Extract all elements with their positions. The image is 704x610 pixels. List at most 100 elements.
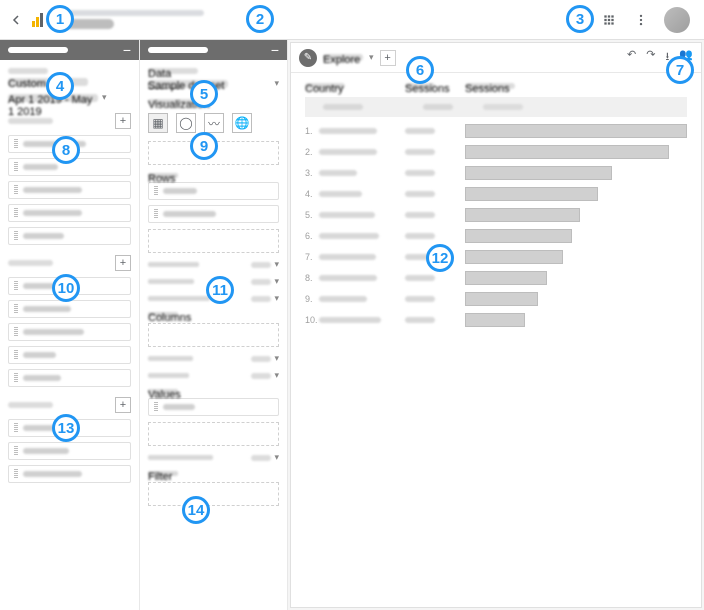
row-metric xyxy=(405,233,435,239)
table-row: 6. xyxy=(305,226,687,246)
columns-dropzone[interactable] xyxy=(148,323,279,347)
row-dimension xyxy=(319,170,357,176)
list-item[interactable] xyxy=(8,300,131,318)
row-metric xyxy=(405,128,435,134)
undo-icon[interactable]: ↶ xyxy=(627,48,636,67)
param-value[interactable]: ▾ xyxy=(251,452,279,463)
table-row: 7. xyxy=(305,247,687,267)
more-vert-icon[interactable] xyxy=(632,11,650,29)
list-item[interactable] xyxy=(148,205,279,223)
section-label xyxy=(8,118,53,124)
bar-fill xyxy=(465,124,687,138)
mode-label: Explore xyxy=(323,54,363,61)
bar-fill xyxy=(465,313,525,327)
table-vis-icon[interactable]: ▦ xyxy=(148,113,168,133)
add-item-button[interactable]: + xyxy=(115,255,131,271)
row-metric xyxy=(405,191,435,197)
param-value[interactable]: ▾ xyxy=(251,276,279,287)
bar-fill xyxy=(465,166,612,180)
param-value[interactable]: ▾ xyxy=(251,353,279,364)
param-value[interactable]: ▾ xyxy=(251,259,279,270)
canvas-area: ✎ Explore ▾ + ↶ ↷ ⭳ 👥 Country Sessions S… xyxy=(288,40,704,610)
list-item[interactable] xyxy=(8,465,131,483)
values-label: Values xyxy=(148,389,178,394)
param-value[interactable]: ▾ xyxy=(251,370,279,381)
rows-dropzone[interactable] xyxy=(148,229,279,253)
canvas-toolbar: ✎ Explore ▾ + ↶ ↷ ⭳ 👥 xyxy=(291,43,701,73)
row-dimension xyxy=(319,254,376,260)
breadcrumb: Analytics breadcrumb placeholder xyxy=(64,10,204,16)
apps-grid-icon[interactable] xyxy=(600,11,618,29)
table-row: 8. xyxy=(305,268,687,288)
callout-12: 12 xyxy=(426,244,454,272)
callout-8: 8 xyxy=(52,136,80,164)
list-item[interactable] xyxy=(8,442,131,460)
row-metric xyxy=(405,296,435,302)
chevron-down-icon[interactable]: ▾ xyxy=(274,78,279,89)
settings-tab[interactable]: − xyxy=(140,40,287,60)
section-label xyxy=(8,260,53,266)
back-arrow-icon[interactable] xyxy=(8,12,24,28)
table-row: 5. xyxy=(305,205,687,225)
callout-2: 2 xyxy=(246,5,274,33)
callout-4: 4 xyxy=(46,72,74,100)
edit-mode-icon[interactable]: ✎ xyxy=(299,49,317,67)
redo-icon[interactable]: ↷ xyxy=(646,48,655,67)
bar-fill xyxy=(465,250,563,264)
table-row: 4. xyxy=(305,184,687,204)
columns-label: Columns xyxy=(148,312,178,317)
variables-tab[interactable]: − xyxy=(0,40,139,60)
add-item-button[interactable]: + xyxy=(115,397,131,413)
analytics-logo-icon xyxy=(32,13,44,27)
callout-14: 14 xyxy=(182,496,210,524)
list-item[interactable] xyxy=(8,227,131,245)
row-dimension xyxy=(319,149,377,155)
list-item[interactable] xyxy=(8,323,131,341)
add-item-button[interactable]: + xyxy=(115,113,131,129)
param-row: ▾ xyxy=(148,259,279,270)
param-value[interactable]: ▾ xyxy=(251,293,279,304)
param-row: ▾ xyxy=(148,370,279,381)
data-table: Country Sessions Sessions 1.2.3.4.5.6.7.… xyxy=(291,73,701,607)
row-dimension xyxy=(319,212,375,218)
section-label xyxy=(8,402,53,408)
callout-13: 13 xyxy=(52,414,80,442)
list-item[interactable] xyxy=(8,369,131,387)
row-dimension xyxy=(319,317,381,323)
bar-fill xyxy=(465,208,580,222)
dataset-label: Data source xyxy=(148,68,198,74)
list-item[interactable] xyxy=(8,346,131,364)
row-metric xyxy=(405,149,435,155)
callout-3: 3 xyxy=(566,5,594,33)
callout-11: 11 xyxy=(206,276,234,304)
chevron-down-icon[interactable]: ▾ xyxy=(102,92,107,103)
row-metric xyxy=(405,317,435,323)
minimize-icon[interactable]: − xyxy=(123,43,131,57)
filter-dropzone[interactable] xyxy=(148,482,279,506)
row-dimension xyxy=(319,128,377,134)
section-label xyxy=(8,68,48,74)
tab-settings-panel: − Data source Sample dataset ▾ Visualiza… xyxy=(140,40,288,610)
list-item[interactable] xyxy=(8,204,131,222)
globe-vis-icon[interactable]: 🌐 xyxy=(232,113,252,133)
table-row: 2. xyxy=(305,142,687,162)
callout-9: 9 xyxy=(190,132,218,160)
minimize-icon[interactable]: − xyxy=(271,43,279,57)
row-metric xyxy=(405,170,435,176)
bar-header: Sessions xyxy=(465,83,515,89)
bar-fill xyxy=(465,187,598,201)
row-dimension xyxy=(319,275,377,281)
row-dimension xyxy=(319,191,362,197)
add-tab-button[interactable]: + xyxy=(380,50,396,66)
donut-vis-icon[interactable]: ◯ xyxy=(176,113,196,133)
callout-7: 7 xyxy=(666,56,694,84)
line-vis-icon[interactable]: 〰 xyxy=(204,113,224,133)
param-row: ▾ xyxy=(148,452,279,463)
top-bar: Analytics breadcrumb placeholder All dat… xyxy=(0,0,704,40)
chevron-down-icon[interactable]: ▾ xyxy=(369,52,374,63)
dim-header: Country xyxy=(305,83,345,89)
list-item[interactable] xyxy=(8,181,131,199)
avatar[interactable] xyxy=(664,7,690,33)
row-dimension xyxy=(319,296,367,302)
values-dropzone[interactable] xyxy=(148,422,279,446)
